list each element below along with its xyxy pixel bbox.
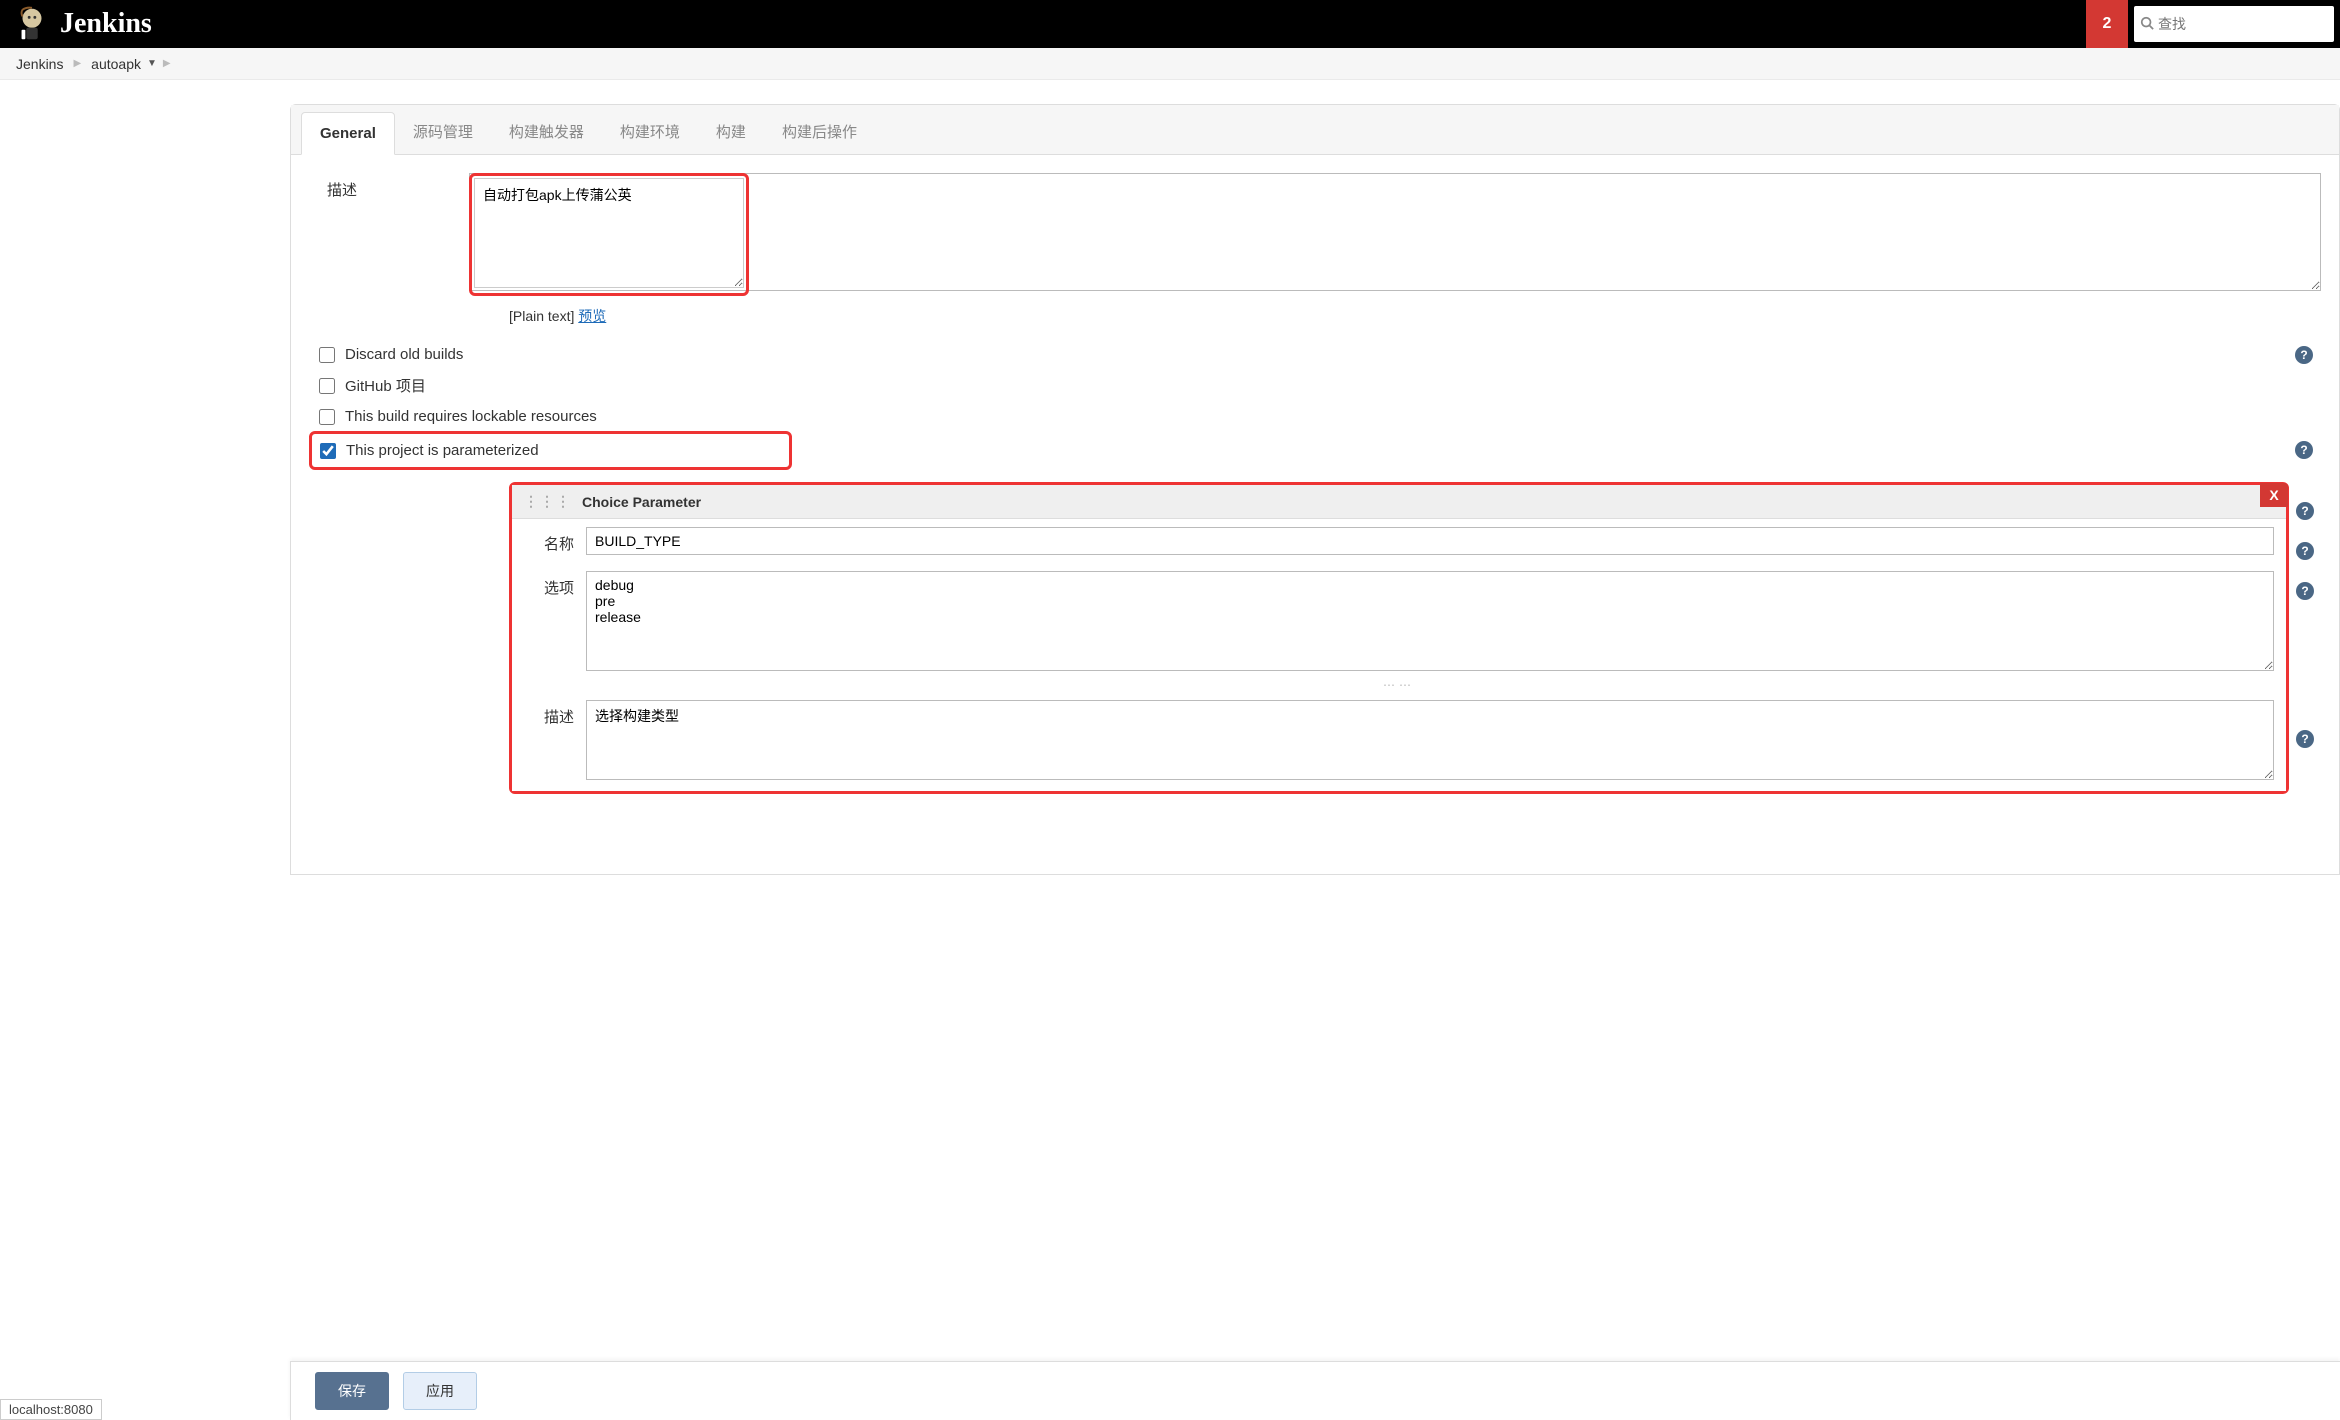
search-box[interactable] [2134,6,2334,42]
breadcrumb-bar: Jenkins ▶ autoapk ▼ ▶ [0,48,2340,80]
param-name-input[interactable] [586,527,2274,555]
tab-post[interactable]: 构建后操作 [764,109,875,154]
tab-triggers[interactable]: 构建触发器 [491,109,602,154]
close-button[interactable]: X [2260,483,2288,507]
checkbox-input[interactable] [319,347,335,363]
app-title: Jenkins [60,8,152,40]
parameter-title: Choice Parameter [582,494,701,510]
param-desc-row: 描述 [512,692,2286,791]
search-icon [2140,16,2154,33]
choice-parameter-block: X ⋮⋮⋮ Choice Parameter 名称 选项 [509,482,2289,794]
description-subtext: [Plain text] 预览 [509,306,2321,326]
checkbox-label: This build requires lockable resources [345,408,597,425]
checkbox-label: Discard old builds [345,346,463,363]
description-row: 描述 [309,173,2321,296]
param-desc-label: 描述 [524,700,574,727]
breadcrumb-item[interactable]: autoapk [87,56,145,72]
parameter-header: ⋮⋮⋮ Choice Parameter [512,485,2286,519]
chevron-down-icon[interactable]: ▼ [147,58,157,69]
checkbox-label: This project is parameterized [346,442,539,459]
search-input[interactable] [2158,16,2328,32]
checkbox-input[interactable] [319,378,335,394]
checkbox-label: GitHub 项目 [345,375,426,396]
param-desc-textarea[interactable] [586,700,2274,780]
plain-text-label: [Plain text] [509,308,574,324]
config-panel: General 源码管理 构建触发器 构建环境 构建 构建后操作 描述 [Pla… [290,104,2340,875]
checkbox-github-project[interactable]: GitHub 项目 [309,369,2321,402]
drag-handle-icon[interactable]: ⋮⋮⋮ [524,493,572,510]
tab-strip: General 源码管理 构建触发器 构建环境 构建 构建后操作 [291,105,2339,155]
param-choices-row: 选项 [512,563,2286,682]
tab-general[interactable]: General [301,112,395,155]
bottom-action-bar: 保存 应用 [290,1361,2340,1420]
param-name-row: 名称 [512,519,2286,563]
help-icon[interactable]: ? [2296,730,2314,748]
logo-area[interactable]: Jenkins [16,5,152,43]
resize-handle-icon[interactable] [512,682,2286,692]
param-name-label: 名称 [524,527,574,554]
description-label: 描述 [309,173,469,200]
breadcrumb-item[interactable]: Jenkins [12,56,67,72]
checkbox-lockable-resources[interactable]: This build requires lockable resources [309,402,2321,431]
help-icon[interactable]: ? [2296,502,2314,520]
help-icon[interactable]: ? [2296,582,2314,600]
checkbox-input[interactable] [319,409,335,425]
tab-scm[interactable]: 源码管理 [395,109,491,154]
top-header: Jenkins 2 [0,0,2340,48]
tab-env[interactable]: 构建环境 [602,109,698,154]
apply-button[interactable]: 应用 [403,1372,477,1410]
browser-status-bar: localhost:8080 [0,1399,102,1420]
help-icon[interactable]: ? [2296,542,2314,560]
chevron-right-icon: ▶ [73,58,81,69]
chevron-right-icon: ▶ [163,58,171,69]
preview-link[interactable]: 预览 [578,308,606,324]
checkbox-discard-old-builds[interactable]: Discard old builds ? [309,340,2321,369]
checkbox-input[interactable] [320,443,336,459]
description-textarea[interactable] [474,178,744,288]
tab-build[interactable]: 构建 [698,109,764,154]
checkbox-parameterized[interactable]: This project is parameterized [309,431,792,470]
help-icon[interactable]: ? [2295,441,2313,459]
param-choices-label: 选项 [524,571,574,598]
jenkins-logo-icon [16,5,48,43]
save-button[interactable]: 保存 [315,1372,389,1410]
notification-badge[interactable]: 2 [2086,0,2128,48]
help-icon[interactable]: ? [2295,346,2313,364]
param-choices-textarea[interactable] [586,571,2274,671]
